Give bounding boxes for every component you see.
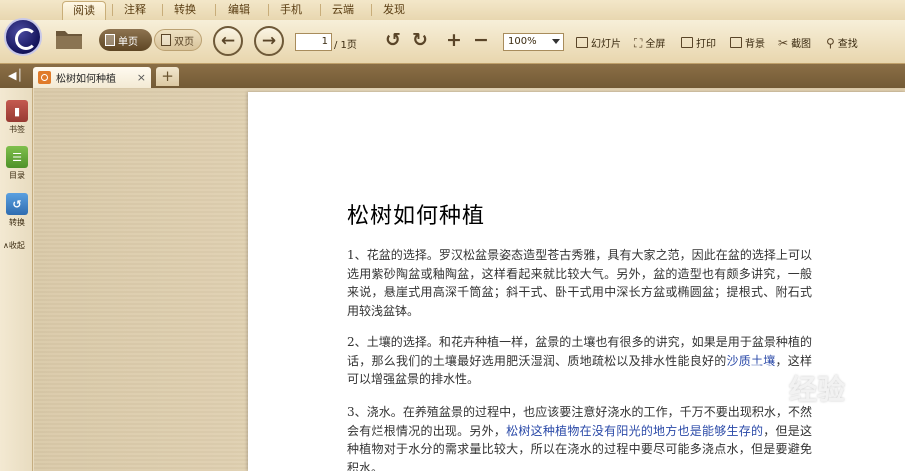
print-button[interactable]: 打印 [681,35,716,50]
fullscreen-button[interactable]: ⛶ 全屏 [634,35,666,51]
left-sidebar: ▮ 书签 ☰ 目录 ↺ 转换 ∧收起 [0,88,33,471]
app-logo-icon[interactable] [4,18,42,56]
paragraph-3-link[interactable]: 松树这种植物在没有阳光的地方也是能够生存的 [506,424,763,438]
menu-tab-annotate[interactable]: 注释 [114,1,156,20]
scissors-icon: ✂ [778,35,789,50]
menu-tab-cloud[interactable]: 云端 [322,1,364,20]
chevron-down-icon [552,39,560,44]
arrow-right-icon: → [261,31,277,51]
rotate-left-icon[interactable]: ↺ [385,30,401,50]
sidebar-item-label: 目录 [9,171,25,180]
sidebar-collapse-label: 收起 [8,241,25,250]
document-tab-strip: ◀│ 松树如何种植 × + [0,64,905,88]
document-page: 松树如何种植 1、花盆的选择。罗汉松盆景姿态造型苍古秀雅，具有大家之范，因此在盆… [248,92,905,471]
menu-separator [268,4,269,16]
collapse-panel-icon[interactable]: ◀│ [8,69,23,82]
double-page-label: 双页 [174,36,194,48]
arrow-left-icon: ← [220,31,236,51]
menu-separator [320,4,321,16]
paragraph-3: 3、浇水。在养殖盆景的过程中，也应该要注意好浇水的工作，千万不要出现积水，不然会… [347,403,812,471]
document-tab-title: 松树如何种植 [56,74,116,85]
menu-separator [112,4,113,16]
menu-separator [371,4,372,16]
close-icon[interactable]: × [137,71,146,84]
find-label: 查找 [837,39,858,50]
pdf-file-icon [38,71,51,84]
document-tab[interactable]: 松树如何种植 × [33,67,151,88]
previous-page-button[interactable]: ← [213,26,243,56]
page-number-input[interactable]: 1 [295,33,332,51]
menu-bar: 阅读 注释 转换 编辑 手机 云端 发现 [0,0,905,20]
print-label: 打印 [696,39,716,50]
zoom-out-icon[interactable]: − [473,30,489,50]
open-folder-icon[interactable] [54,27,84,51]
paragraph-1: 1、花盆的选择。罗汉松盆景姿态造型苍古秀雅，具有大家之范，因此在盆的选择上可以选… [347,248,812,318]
bookmark-icon: ▮ [6,100,28,122]
menu-tab-edit[interactable]: 编辑 [218,1,260,20]
menu-tab-mobile[interactable]: 手机 [270,1,312,20]
sidebar-collapse-button[interactable]: ∧收起 [3,240,25,251]
sidebar-item-bookmarks[interactable]: ▮ 书签 [4,100,30,135]
menu-tab-convert[interactable]: 转换 [164,1,206,20]
rotate-right-icon[interactable]: ↻ [412,30,428,50]
background-button[interactable]: 背景 [730,35,765,50]
document-viewport[interactable]: 松树如何种植 1、花盆的选择。罗汉松盆景姿态造型苍古秀雅，具有大家之范，因此在盆… [34,88,905,471]
fullscreen-icon: ⛶ [634,35,643,50]
slideshow-button[interactable]: 幻灯片 [576,35,621,50]
menu-tab-read[interactable]: 阅读 [62,1,106,20]
menu-separator [215,4,216,16]
find-button[interactable]: ⚲ 查找 [826,35,858,51]
single-page-icon [105,34,115,46]
menu-separator [162,4,163,16]
screenshot-button[interactable]: ✂ 截图 [778,35,812,51]
menu-tab-discover[interactable]: 发现 [373,1,415,20]
zoom-select[interactable]: 100% [503,33,564,51]
sidebar-item-convert[interactable]: ↺ 转换 [4,193,30,228]
watermark-text: 经验 [789,373,846,406]
next-page-button[interactable]: → [254,26,284,56]
search-icon: ⚲ [826,35,835,50]
slideshow-icon [576,37,588,48]
sidebar-item-label: 书签 [9,125,25,134]
slideshow-label: 幻灯片 [591,39,621,50]
table-of-contents-icon: ☰ [6,146,28,168]
printer-icon [681,37,693,48]
new-tab-button[interactable]: + [156,67,179,86]
single-page-label: 单页 [118,36,138,48]
paw-logo-icon [738,363,785,407]
background-label: 背景 [745,39,765,50]
fullscreen-label: 全屏 [645,39,666,50]
convert-icon: ↺ [6,193,28,215]
sidebar-item-label: 转换 [9,218,25,227]
zoom-in-icon[interactable]: + [446,30,462,50]
double-page-icon [161,34,171,46]
single-page-button[interactable]: 单页 [99,29,152,51]
background-icon [730,37,742,48]
double-page-button[interactable]: 双页 [154,29,202,51]
screenshot-label: 截图 [791,39,812,50]
zoom-value: 100% [508,36,537,47]
sidebar-item-toc[interactable]: ☰ 目录 [4,146,30,181]
page-total: / 1页 [334,40,357,51]
document-title: 松树如何种植 [347,204,486,229]
watermark: 经验 [735,362,905,412]
